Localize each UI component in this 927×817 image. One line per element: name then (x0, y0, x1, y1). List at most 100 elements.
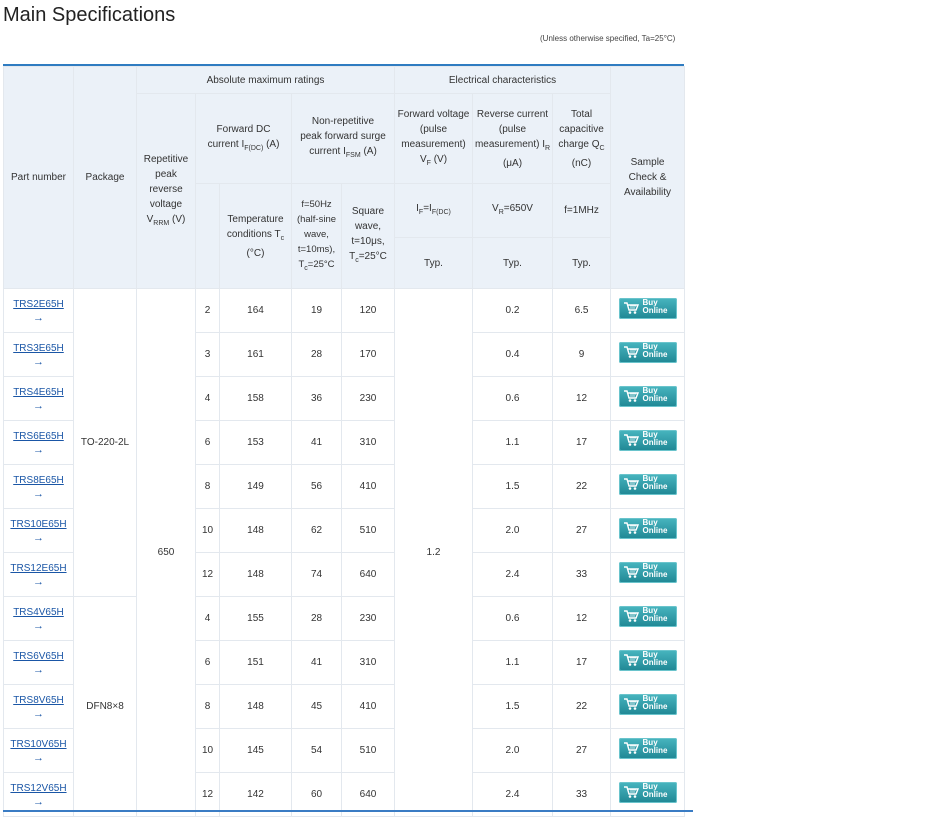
buy-online-button[interactable]: Buy Online (618, 429, 677, 451)
vf-cell: 1.2 (394, 288, 473, 817)
part-number-link[interactable]: TRS12E65H (4, 561, 73, 576)
online-label: Online (642, 525, 668, 535)
if-cell: 10 (195, 728, 220, 773)
if-cell: 12 (195, 552, 220, 597)
if-cell: 8 (195, 684, 220, 729)
cart-icon (623, 609, 639, 623)
arrow-icon[interactable]: → (4, 356, 73, 369)
arrow-icon[interactable]: → (4, 576, 73, 589)
header-abs-max: Absolute maximum ratings (136, 66, 395, 94)
part-number-cell: TRS8E65H → (3, 464, 74, 509)
online-label: Online (642, 701, 668, 711)
ifsm-sine-cell: 19 (291, 288, 342, 333)
header-vrrm: Repetitive peak reverse voltage VRRM (V) (136, 93, 196, 289)
ifsm-square-cell: 230 (341, 596, 395, 641)
online-label: Online (642, 481, 668, 491)
spec-table: Part number Package Absolute maximum rat… (3, 66, 686, 817)
buy-online-button[interactable]: Buy Online (618, 649, 677, 671)
ifsm-sine-cell: 62 (291, 508, 342, 553)
part-number-cell: TRS3E65H → (3, 332, 74, 377)
if-cell: 6 (195, 640, 220, 685)
part-number-link[interactable]: TRS8E65H (4, 473, 73, 488)
qc-cell: 22 (551, 684, 612, 729)
part-number-link[interactable]: TRS6E65H (4, 429, 73, 444)
buy-cell: Buy Online (610, 288, 686, 333)
cart-icon (623, 565, 639, 579)
arrow-icon[interactable]: → (4, 708, 73, 721)
buy-online-button[interactable]: Buy Online (618, 341, 677, 363)
part-number-link[interactable]: TRS6V65H (4, 649, 73, 664)
header-forward-voltage: Forward voltage (pulse measurement) VF (… (394, 93, 473, 184)
arrow-icon[interactable]: → (4, 664, 73, 677)
if-cell: 6 (195, 420, 220, 465)
header-package: Package (73, 66, 137, 289)
online-label: Online (642, 657, 668, 667)
arrow-icon[interactable]: → (4, 796, 73, 809)
part-number-cell: TRS4E65H → (3, 376, 74, 421)
qc-cell: 22 (551, 464, 612, 509)
part-number-link[interactable]: TRS3E65H (4, 341, 73, 356)
online-label: Online (642, 613, 668, 623)
arrow-icon[interactable]: → (4, 312, 73, 325)
ifsm-square-cell: 310 (341, 640, 395, 685)
part-number-cell: TRS6E65H → (3, 420, 74, 465)
qc-cell: 17 (551, 420, 612, 465)
buy-online-button[interactable]: Buy Online (618, 737, 677, 759)
header-sample: Sample Check & Availability (610, 66, 686, 289)
arrow-icon[interactable]: → (4, 620, 73, 633)
package-cell: DFN8×8 (73, 596, 137, 817)
buy-online-button[interactable]: Buy Online (618, 517, 677, 539)
ir-cell: 2.4 (472, 552, 553, 597)
buy-online-button[interactable]: Buy Online (618, 561, 677, 583)
buy-cell: Buy Online (610, 552, 686, 597)
buy-online-button[interactable]: Buy Online (618, 781, 677, 803)
part-number-link[interactable]: TRS12V65H (4, 781, 73, 796)
header-square-wave: Square wave, t=10μs, Tc=25°C (341, 183, 395, 289)
part-number-link[interactable]: TRS2E65H (4, 297, 73, 312)
arrow-icon[interactable]: → (4, 752, 73, 765)
cart-icon (623, 301, 639, 315)
vrrm-cell: 650 (136, 288, 196, 817)
cart-icon (623, 785, 639, 799)
buy-online-button[interactable]: Buy Online (618, 297, 677, 319)
header-elec-char: Electrical characteristics (393, 66, 612, 94)
arrow-icon[interactable]: → (4, 532, 73, 545)
ir-cell: 2.0 (472, 508, 553, 553)
tc-cell: 153 (219, 420, 292, 465)
buy-cell: Buy Online (610, 596, 686, 641)
online-label: Online (642, 349, 668, 359)
online-label: Online (642, 393, 668, 403)
buy-cell: Buy Online (610, 508, 686, 553)
ifsm-sine-cell: 28 (291, 332, 342, 377)
buy-cell: Buy Online (610, 332, 686, 377)
ifsm-square-cell: 640 (341, 552, 395, 597)
part-number-cell: TRS10V65H → (3, 728, 74, 773)
arrow-icon[interactable]: → (4, 400, 73, 413)
cart-icon (623, 477, 639, 491)
ifsm-sine-cell: 45 (291, 684, 342, 729)
arrow-icon[interactable]: → (4, 488, 73, 501)
cart-icon (623, 653, 639, 667)
buy-online-button[interactable]: Buy Online (618, 693, 677, 715)
ifsm-sine-cell: 36 (291, 376, 342, 421)
header-temp-conditions: Temperature conditions Tc (°C) (219, 183, 292, 289)
buy-online-button[interactable]: Buy Online (618, 473, 677, 495)
part-number-cell: TRS8V65H → (3, 684, 74, 729)
buy-online-button[interactable]: Buy Online (618, 605, 677, 627)
ir-cell: 0.4 (472, 332, 553, 377)
part-number-link[interactable]: TRS4V65H (4, 605, 73, 620)
header-typ-vf: Typ. (394, 237, 473, 289)
conditions-note: (Unless otherwise specified, Ta=25°C) (540, 34, 676, 43)
if-cell: 8 (195, 464, 220, 509)
part-number-link[interactable]: TRS10V65H (4, 737, 73, 752)
ifsm-square-cell: 510 (341, 728, 395, 773)
online-label: Online (642, 437, 668, 447)
part-number-link[interactable]: TRS10E65H (4, 517, 73, 532)
arrow-icon[interactable]: → (4, 444, 73, 457)
buy-online-button[interactable]: Buy Online (618, 385, 677, 407)
part-number-link[interactable]: TRS8V65H (4, 693, 73, 708)
buy-cell: Buy Online (610, 376, 686, 421)
cart-icon (623, 521, 639, 535)
part-number-link[interactable]: TRS4E65H (4, 385, 73, 400)
header-part-number: Part number (3, 66, 74, 289)
